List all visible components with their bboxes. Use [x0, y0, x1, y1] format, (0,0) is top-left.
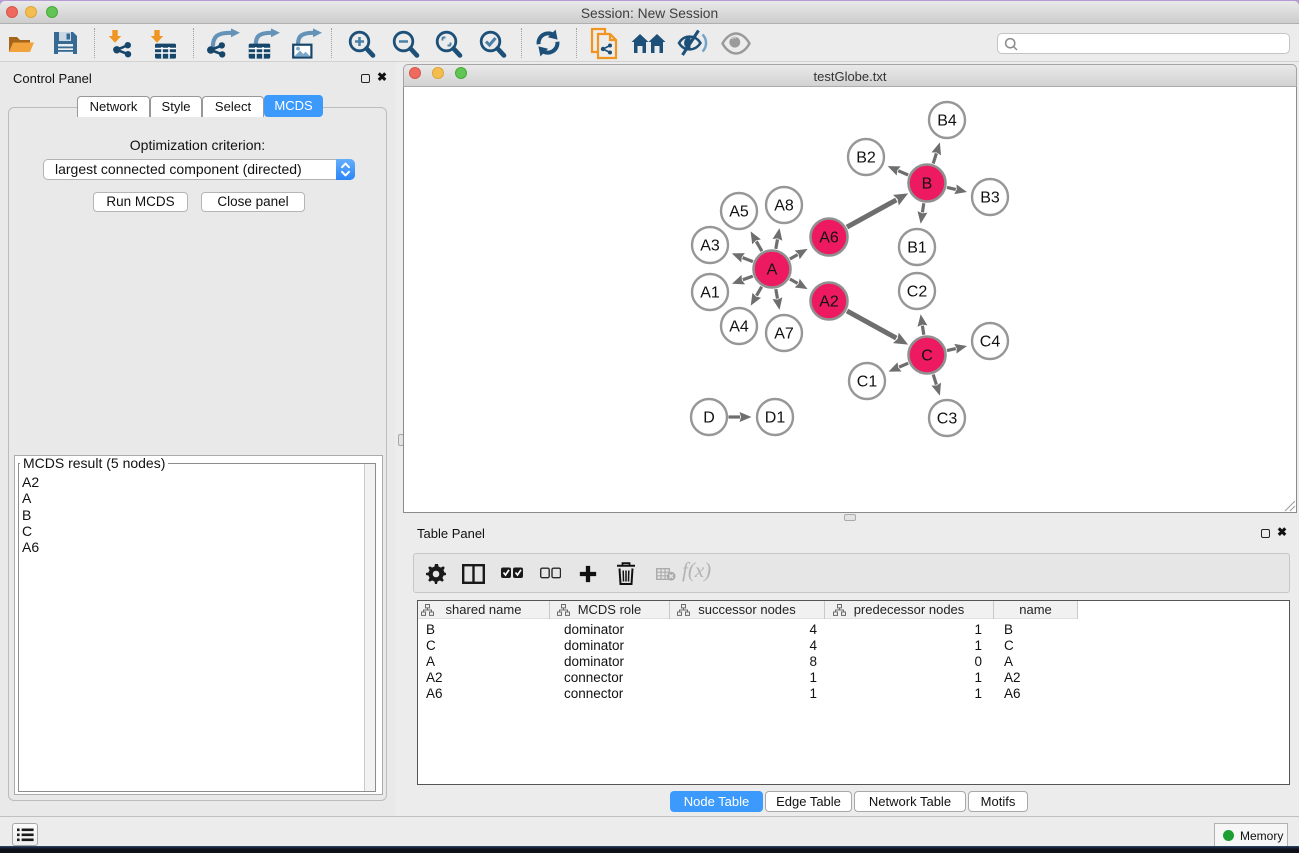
svg-text:C: C [921, 348, 933, 365]
svg-text:C2: C2 [907, 284, 928, 301]
svg-text:A: A [767, 262, 778, 279]
svg-text:D: D [703, 410, 715, 427]
svg-text:D1: D1 [765, 410, 786, 427]
svg-text:A4: A4 [729, 319, 749, 336]
svg-text:A5: A5 [729, 204, 749, 221]
svg-text:A2: A2 [819, 294, 839, 311]
svg-text:C1: C1 [857, 374, 878, 391]
svg-text:B4: B4 [937, 113, 957, 130]
svg-text:A6: A6 [819, 230, 839, 247]
svg-text:B3: B3 [980, 190, 1000, 207]
svg-text:B2: B2 [856, 150, 876, 167]
svg-text:A1: A1 [700, 285, 720, 302]
svg-text:A7: A7 [774, 326, 794, 343]
svg-text:B: B [922, 176, 933, 193]
svg-text:C3: C3 [937, 411, 958, 428]
svg-text:A8: A8 [774, 198, 794, 215]
svg-text:A3: A3 [700, 238, 720, 255]
svg-text:B1: B1 [907, 240, 927, 257]
svg-text:C4: C4 [980, 334, 1001, 351]
